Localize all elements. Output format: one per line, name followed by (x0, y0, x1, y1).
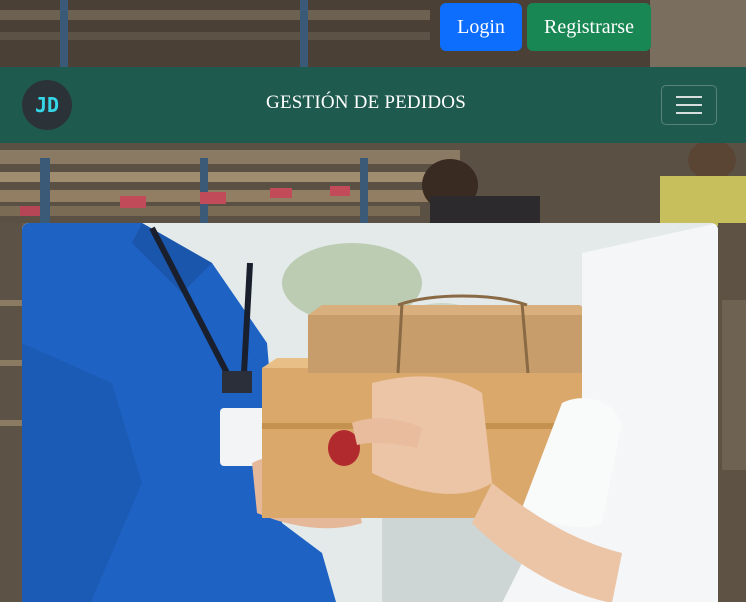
delivery-handoff-illustration (22, 223, 718, 602)
hamburger-menu-icon (676, 96, 702, 114)
navbar-toggler-button[interactable] (661, 85, 717, 125)
hero-image (22, 223, 718, 602)
register-button[interactable]: Registrarse (527, 3, 651, 51)
page-title: GESTIÓN DE PEDIDOS (266, 92, 466, 113)
login-button[interactable]: Login (440, 3, 522, 51)
navbar: JD GESTIÓN DE PEDIDOS (0, 67, 746, 143)
auth-bar: Login Registrarse (440, 3, 651, 51)
